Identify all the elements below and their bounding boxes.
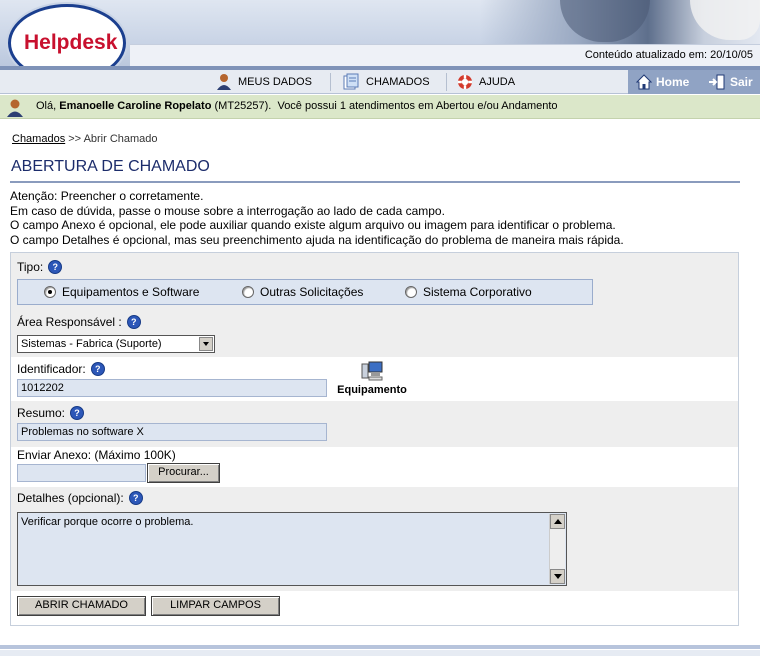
anexo-label: Enviar Anexo: (Máximo 100K) bbox=[17, 448, 176, 462]
scroll-up-icon[interactable] bbox=[550, 514, 565, 529]
update-strip: Conteúdo atualizado em: 20/10/05 bbox=[130, 44, 760, 66]
lifebuoy-icon bbox=[458, 75, 472, 89]
user-icon bbox=[217, 74, 231, 90]
tipo-label-group: Tipo: ? bbox=[17, 260, 63, 274]
radio-sistema-corporativo[interactable]: Sistema Corporativo bbox=[405, 285, 532, 299]
identificador-input[interactable]: 1012202 bbox=[17, 379, 327, 397]
nav-chamados[interactable]: CHAMADOS bbox=[342, 70, 430, 94]
identificador-label-group: Identificador: ? bbox=[17, 362, 105, 376]
help-icon[interactable]: ? bbox=[70, 406, 85, 420]
tipo-radio-group: Equipamentos e Software Outras Solicitaç… bbox=[17, 279, 593, 305]
ticket-form: Tipo: ? Equipamentos e Software Outras S… bbox=[10, 252, 739, 626]
equipamento-label: Equipamento bbox=[337, 384, 407, 396]
area-label: Área Responsável : bbox=[17, 315, 122, 329]
nav-ajuda-label: AJUDA bbox=[479, 76, 516, 88]
resumo-row: Resumo: ? Problemas no software X bbox=[11, 401, 738, 447]
radio-outras-solicitacoes[interactable]: Outras Solicitações bbox=[242, 285, 363, 299]
radio-label: Outras Solicitações bbox=[260, 285, 364, 299]
exit-icon bbox=[709, 74, 725, 90]
instructions: Atenção: Preencher o corretamente. Em ca… bbox=[10, 189, 740, 247]
nav-separator bbox=[446, 73, 447, 91]
area-label-group: Área Responsável : ? bbox=[17, 315, 141, 329]
home-button[interactable]: Home bbox=[636, 72, 689, 92]
instruction-line: Atenção: Preencher o corretamente. bbox=[10, 189, 204, 203]
breadcrumb-current: Abrir Chamado bbox=[83, 133, 158, 145]
nav-separator bbox=[330, 73, 331, 91]
detalhes-label: Detalhes (opcional): bbox=[17, 491, 124, 505]
update-date: Conteúdo atualizado em: 20/10/05 bbox=[584, 49, 753, 61]
detalhes-row: Detalhes (opcional): ? Verificar porque … bbox=[11, 487, 738, 591]
resumo-label-group: Resumo: ? bbox=[17, 406, 85, 420]
help-icon[interactable]: ? bbox=[128, 491, 143, 505]
tipo-row: Tipo: ? Equipamentos e Software Outras S… bbox=[11, 253, 738, 309]
nav-ajuda[interactable]: AJUDA bbox=[457, 70, 515, 94]
equipamento-button[interactable]: Equipamento bbox=[336, 359, 408, 399]
area-row: Área Responsável : ? Sistemas - Fabrica … bbox=[11, 309, 738, 357]
nav-meus-dados-label: MEUS DADOS bbox=[238, 76, 312, 88]
tipo-label: Tipo: bbox=[17, 260, 44, 274]
radio-button[interactable] bbox=[242, 286, 254, 298]
breadcrumb: Chamados >> Abrir Chamado bbox=[12, 133, 158, 145]
user-avatar-icon bbox=[7, 99, 23, 117]
resumo-input[interactable]: Problemas no software X bbox=[17, 423, 327, 441]
radio-button[interactable] bbox=[405, 286, 417, 298]
breadcrumb-separator: >> bbox=[65, 133, 84, 145]
title-divider bbox=[10, 181, 740, 183]
identificador-label: Identificador: bbox=[17, 362, 86, 376]
radio-button-selected[interactable] bbox=[44, 286, 56, 298]
computer-icon bbox=[361, 361, 383, 381]
radio-label: Equipamentos e Software bbox=[62, 285, 200, 299]
exit-label: Sair bbox=[730, 75, 753, 89]
help-icon[interactable]: ? bbox=[48, 260, 63, 274]
top-nav: MEUS DADOS CHAMADOS AJUDA Home Sair bbox=[0, 70, 760, 94]
browse-button[interactable]: Procurar... bbox=[147, 463, 220, 483]
area-select[interactable]: Sistemas - Fabrica (Suporte) bbox=[17, 335, 215, 353]
scroll-down-icon[interactable] bbox=[550, 569, 565, 584]
nav-meus-dados[interactable]: MEUS DADOS bbox=[216, 70, 312, 94]
radio-equipamentos-software[interactable]: Equipamentos e Software bbox=[44, 285, 199, 299]
actions-row: ABRIR CHAMADO LIMPAR CAMPOS bbox=[11, 591, 738, 625]
anexo-label-group: Enviar Anexo: (Máximo 100K) bbox=[17, 448, 176, 462]
anexo-file-input[interactable] bbox=[17, 464, 146, 482]
logo: Helpdesk bbox=[24, 31, 118, 54]
breadcrumb-link-chamados[interactable]: Chamados bbox=[12, 133, 65, 145]
greeting-suffix: (MT25257). Você possui 1 atendimentos em… bbox=[211, 100, 558, 112]
textarea-scrollbar[interactable] bbox=[549, 514, 565, 584]
footer-divider bbox=[0, 645, 760, 649]
area-select-value: Sistemas - Fabrica (Suporte) bbox=[21, 338, 162, 350]
nav-right-panel: Home Sair bbox=[628, 70, 760, 94]
greeting-prefix: Olá, bbox=[36, 100, 60, 112]
home-icon bbox=[636, 74, 652, 90]
greeting-text: Olá, Emanoelle Caroline Ropelato (MT2525… bbox=[36, 100, 558, 112]
instruction-line: O campo Detalhes é opcional, mas seu pre… bbox=[10, 232, 624, 247]
page-title: ABERTURA DE CHAMADO bbox=[11, 158, 210, 175]
footer-band bbox=[0, 650, 760, 656]
exit-button[interactable]: Sair bbox=[708, 72, 753, 92]
greeting-bar: Olá, Emanoelle Caroline Ropelato (MT2525… bbox=[0, 95, 760, 119]
detalhes-text: Verificar porque ocorre o problema. bbox=[21, 516, 194, 528]
instruction-line: Em caso de dúvida, passe o mouse sobre a… bbox=[10, 203, 445, 218]
clear-button[interactable]: LIMPAR CAMPOS bbox=[151, 596, 280, 616]
help-icon[interactable]: ? bbox=[90, 362, 105, 376]
help-icon[interactable]: ? bbox=[126, 315, 141, 329]
anexo-row: Enviar Anexo: (Máximo 100K) Procurar... bbox=[11, 447, 738, 487]
greeting-user: Emanoelle Caroline Ropelato bbox=[59, 100, 212, 112]
home-label: Home bbox=[656, 75, 690, 89]
radio-label: Sistema Corporativo bbox=[423, 285, 532, 299]
resumo-label: Resumo: bbox=[17, 406, 66, 420]
chevron-down-icon[interactable] bbox=[199, 337, 213, 351]
nav-chamados-label: CHAMADOS bbox=[366, 76, 430, 88]
submit-button[interactable]: ABRIR CHAMADO bbox=[17, 596, 146, 616]
identificador-row: Identificador: ? 1012202 Equipamento bbox=[11, 357, 738, 401]
detalhes-textarea[interactable]: Verificar porque ocorre o problema. bbox=[17, 512, 567, 586]
tickets-icon bbox=[343, 73, 359, 90]
detalhes-label-group: Detalhes (opcional): ? bbox=[17, 491, 143, 505]
header: Helpdesk Conteúdo atualizado em: 20/10/0… bbox=[0, 0, 760, 70]
instruction-line: O campo Anexo é opcional, ele pode auxil… bbox=[10, 218, 616, 232]
